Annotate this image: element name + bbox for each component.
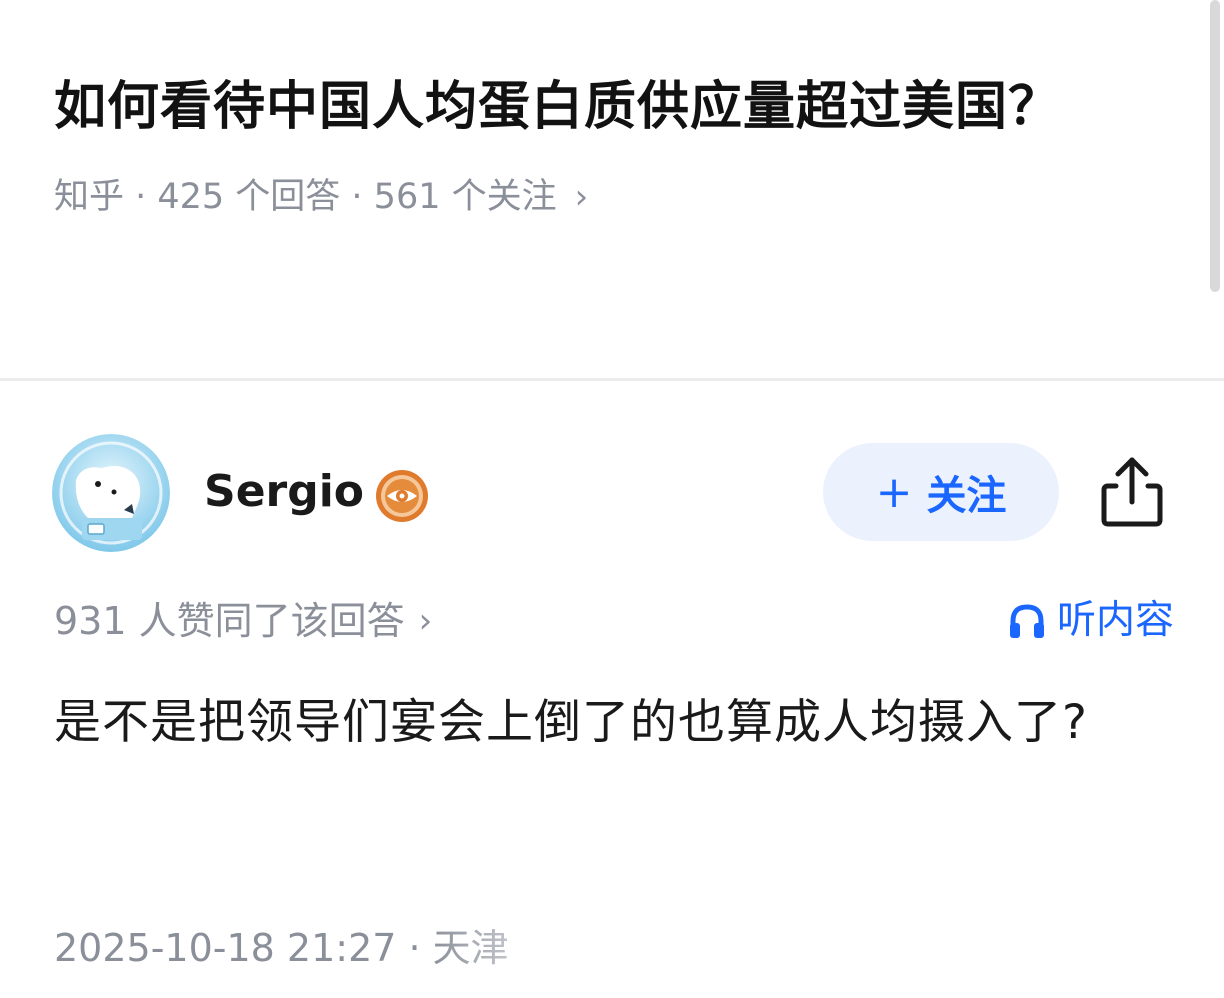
- question-header: 如何看待中国人均蛋白质供应量超过美国？ 知乎 · 425 个回答 · 561 个…: [54, 60, 1134, 222]
- avatar[interactable]: [52, 434, 170, 552]
- chevron-right-icon: ›: [418, 601, 433, 641]
- vote-count-text: 931 人赞同了该回答: [54, 599, 405, 643]
- author-row: Sergio + 关注: [52, 434, 1172, 552]
- answer-text[interactable]: 是不是把领导们宴会上倒了的也算成人均摄入了?: [54, 680, 1144, 766]
- follow-button[interactable]: + 关注: [823, 443, 1059, 541]
- plus-icon: +: [875, 466, 913, 518]
- question-meta-text: 知乎 · 425 个回答 · 561 个关注: [54, 177, 557, 217]
- scrollbar[interactable]: [1210, 0, 1220, 292]
- vote-count[interactable]: 931 人赞同了该回答 ›: [54, 594, 432, 648]
- section-divider: [0, 378, 1224, 381]
- answer-stats-row: 931 人赞同了该回答 › 听内容: [54, 594, 1174, 648]
- follow-label: 关注: [926, 473, 1007, 519]
- chevron-right-icon: ›: [574, 177, 589, 217]
- question-title[interactable]: 如何看待中国人均蛋白质供应量超过美国？: [54, 60, 1134, 154]
- listen-button[interactable]: 听内容: [1007, 594, 1174, 648]
- share-icon[interactable]: [1098, 454, 1166, 530]
- watermark-overlay: [430, 928, 750, 998]
- question-meta[interactable]: 知乎 · 425 个回答 · 561 个关注 ›: [54, 172, 1134, 222]
- headphones-icon: [1009, 604, 1044, 638]
- author-name[interactable]: Sergio: [204, 464, 364, 520]
- listen-label: 听内容: [1056, 598, 1174, 643]
- eye-badge-icon[interactable]: [374, 468, 430, 524]
